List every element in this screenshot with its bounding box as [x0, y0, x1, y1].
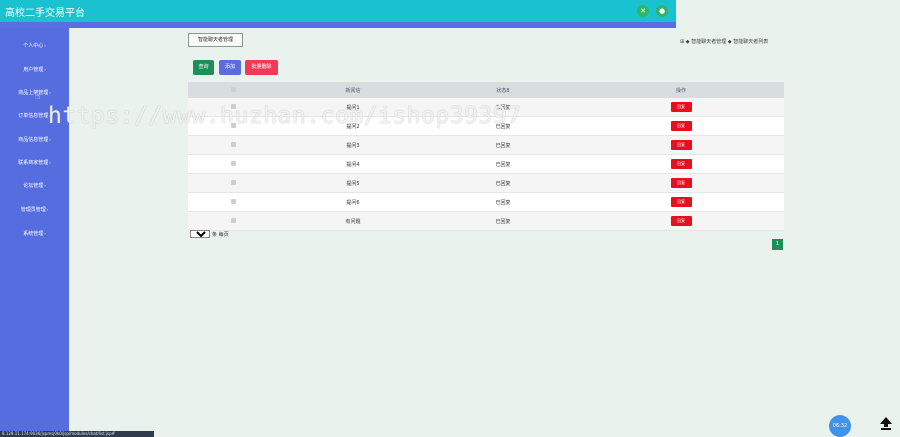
- status-cell: 已回复: [495, 142, 511, 149]
- sidebar-item-products[interactable]: 商品信息管理›: [0, 136, 69, 143]
- app-title: 高校二手交易平台: [5, 8, 85, 19]
- table-row: 提问5 已回复 回复: [188, 174, 784, 193]
- upload-icon[interactable]: [879, 416, 893, 430]
- reply-button[interactable]: 回复: [670, 216, 692, 226]
- chevron-right-icon: ›: [46, 207, 49, 212]
- chevron-right-icon: ›: [49, 90, 51, 95]
- sidebar-item-contact-merchant[interactable]: 联系商家管理›: [0, 159, 69, 166]
- header-checkbox-col: [188, 86, 278, 94]
- breadcrumb: ⊞ ◆ 智能聊天者管理 ◆ 智能聊天者列表: [680, 39, 769, 45]
- status-cell: 已回复: [495, 161, 511, 168]
- column-header: 操作: [675, 87, 686, 94]
- sidebar-item-label: 联系商家管理: [18, 160, 49, 166]
- sidebar-item-label: 商品信息管理: [18, 137, 49, 143]
- search-button[interactable]: 查询: [193, 60, 214, 75]
- batch-delete-button[interactable]: 批量删除: [245, 60, 278, 75]
- question-cell: 提问5: [346, 180, 360, 187]
- reply-button[interactable]: 回复: [670, 121, 692, 131]
- top-bar: 高校二手交易平台 ✕ ●: [0, 0, 676, 22]
- row-checkbox[interactable]: [230, 141, 236, 147]
- table-row: 提问6 已回复 回复: [188, 193, 784, 212]
- reply-button[interactable]: 回复: [670, 159, 692, 169]
- question-cell: 提问3: [346, 142, 360, 149]
- sidebar-item-personal-center[interactable]: 个人中心›: [0, 42, 69, 49]
- chevron-right-icon: ›: [44, 43, 46, 48]
- user-icon[interactable]: ●: [656, 5, 668, 17]
- sidebar-item-label: 管理员管理: [20, 207, 46, 213]
- status-cell: 已回复: [495, 199, 511, 206]
- header-stripe: [0, 22, 676, 28]
- chevron-right-icon: ›: [49, 137, 51, 142]
- sidebar-item-label: 订单信息管理: [18, 113, 49, 119]
- sidebar-item-label: 商品上架管理: [18, 90, 49, 96]
- status-url: 8.129.11.174:9036/jspmsj0k0/jsp/modules/…: [0, 431, 154, 437]
- sidebar-item-users[interactable]: 用户管理›: [0, 66, 69, 73]
- per-page-label: 条 每页: [212, 231, 229, 238]
- add-button[interactable]: 添加: [219, 60, 241, 75]
- chevron-right-icon: ›: [44, 67, 46, 72]
- pagination-size: 10 条 每页: [190, 230, 229, 238]
- row-checkbox[interactable]: [230, 198, 236, 204]
- table-row: 有问题 已回复 回复: [188, 212, 784, 231]
- page-number-button[interactable]: 1: [772, 239, 783, 250]
- status-cell: 已回复: [495, 180, 511, 187]
- select-all-checkbox[interactable]: [230, 86, 236, 92]
- reply-button[interactable]: 回复: [670, 140, 692, 150]
- row-checkbox[interactable]: [230, 217, 236, 223]
- sidebar-item-label: 系统管理: [23, 231, 44, 237]
- table-header: 新闻信 状态8 操作: [188, 82, 784, 98]
- sidebar-item-admins[interactable]: 管理员管理›: [0, 206, 69, 213]
- status-cell: 已回复: [495, 218, 511, 225]
- tab-chat-management[interactable]: 智能聊天者管理: [188, 33, 243, 47]
- reply-button[interactable]: 回复: [670, 102, 692, 112]
- chevron-right-icon: ›: [44, 231, 46, 236]
- fullscreen-icon[interactable]: ✕: [637, 5, 649, 17]
- question-cell: 提问4: [346, 161, 360, 168]
- sidebar: 个人中心› 用户管理› 商品上架管理› 订单信息管理› 商品信息管理› 联系商家…: [0, 28, 69, 437]
- per-page-select[interactable]: 10: [190, 230, 210, 238]
- mouse-cursor-icon: ☝: [35, 92, 41, 102]
- chevron-right-icon: ›: [44, 183, 46, 188]
- row-checkbox[interactable]: [230, 179, 236, 185]
- question-cell: 有问题: [345, 218, 361, 225]
- sidebar-item-system[interactable]: 系统管理›: [0, 230, 69, 237]
- column-header: 状态8: [496, 87, 510, 94]
- sidebar-item-label: 用户管理: [23, 67, 44, 73]
- table-row: 提问4 已回复 回复: [188, 155, 784, 174]
- reply-button[interactable]: 回复: [670, 178, 692, 188]
- table-row: 提问3 已回复 回复: [188, 136, 784, 155]
- question-cell: 提问6: [346, 199, 360, 206]
- chevron-right-icon: ›: [49, 160, 51, 165]
- row-checkbox[interactable]: [230, 160, 236, 166]
- reply-button[interactable]: 回复: [670, 197, 692, 207]
- clock-badge[interactable]: 06:32: [829, 415, 851, 437]
- watermark-text: https://www.huzhan.com/ishop39397: [48, 103, 522, 129]
- sidebar-item-label: 个人中心: [23, 43, 44, 49]
- column-header: 新闻信: [345, 87, 361, 94]
- sidebar-item-label: 论坛管理: [23, 183, 44, 189]
- sidebar-item-forum[interactable]: 论坛管理›: [0, 182, 69, 189]
